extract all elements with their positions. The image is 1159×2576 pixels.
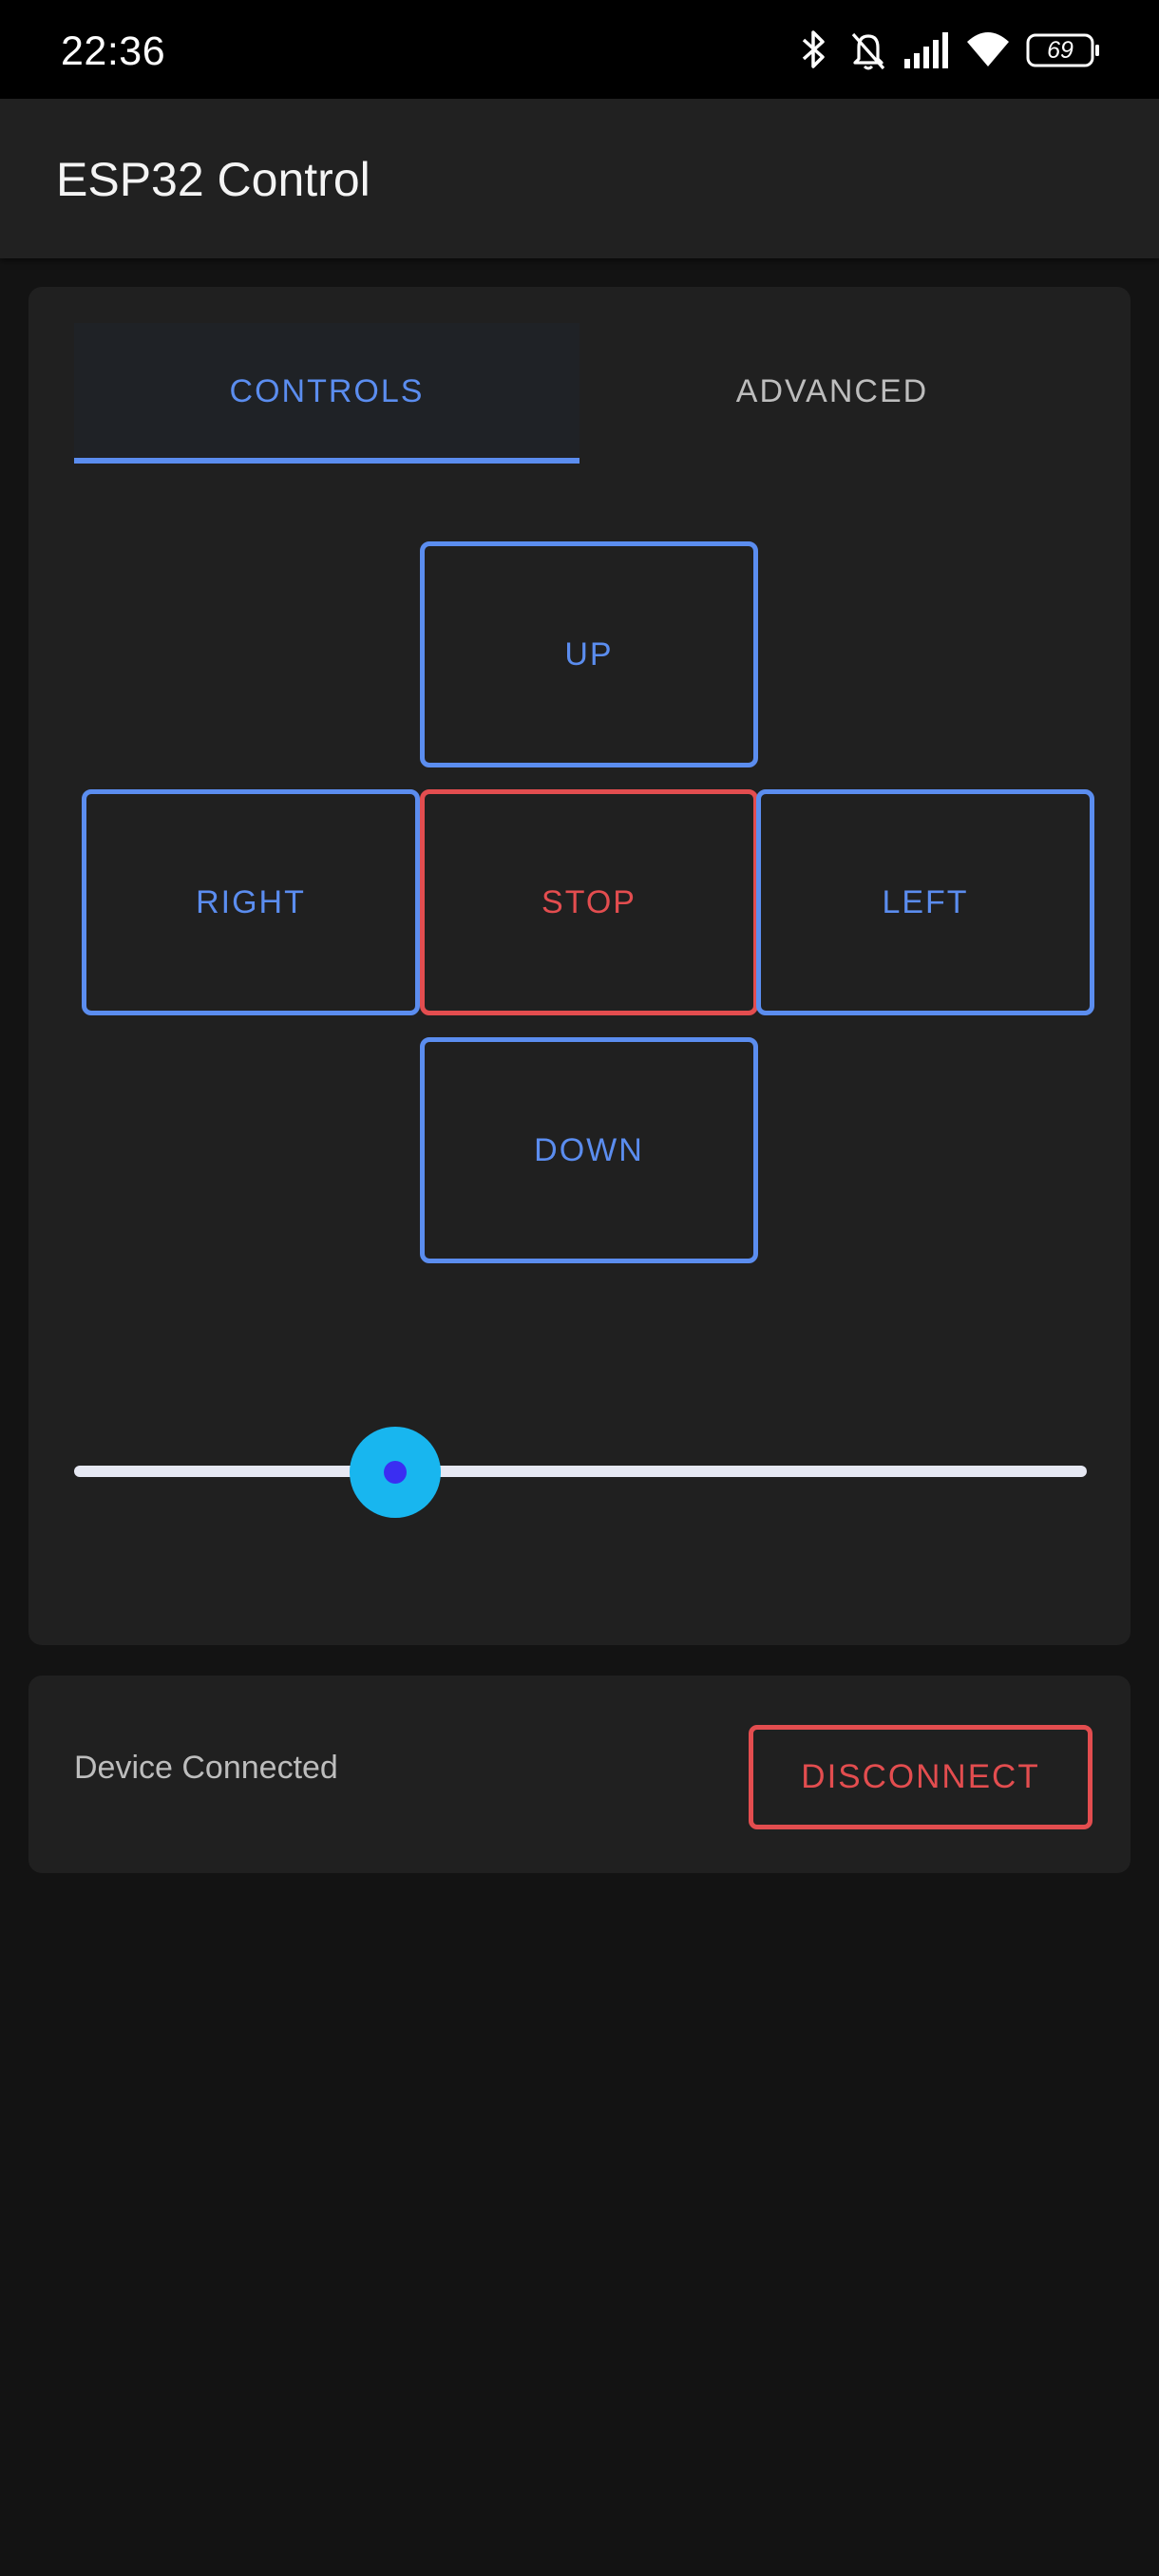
connection-card: Device Connected DISCONNECT <box>28 1676 1130 1873</box>
signal-icon <box>904 32 948 68</box>
status-time: 22:36 <box>61 28 166 74</box>
battery-icon: 69 <box>1026 32 1102 70</box>
app-bar: ESP32 Control <box>0 99 1159 258</box>
app-title: ESP32 Control <box>56 153 370 206</box>
wifi-icon <box>967 32 1009 66</box>
battery-level: 69 <box>1047 37 1074 64</box>
status-bar: 22:36 69 <box>0 0 1159 99</box>
right-button[interactable]: RIGHT <box>82 789 420 1015</box>
disconnect-button[interactable]: DISCONNECT <box>749 1725 1092 1829</box>
stop-button[interactable]: STOP <box>420 789 758 1015</box>
tab-indicator <box>74 458 580 464</box>
speed-slider[interactable] <box>74 1427 1087 1522</box>
left-button[interactable]: LEFT <box>756 789 1094 1015</box>
down-button[interactable]: DOWN <box>420 1037 758 1263</box>
tab-advanced[interactable]: ADVANCED <box>580 323 1085 464</box>
tab-controls[interactable]: CONTROLS <box>74 323 580 464</box>
bell-muted-icon <box>851 32 885 70</box>
bluetooth-icon <box>802 30 825 68</box>
tab-bar: CONTROLS ADVANCED <box>74 323 1085 464</box>
status-icons: 69 <box>798 28 1121 85</box>
connection-status-text: Device Connected <box>74 1750 338 1786</box>
slider-track[interactable] <box>74 1466 1087 1477</box>
tab-advanced-label: ADVANCED <box>735 373 929 409</box>
controls-card: CONTROLS ADVANCED UP RIGHT STOP LEFT DOW… <box>28 287 1130 1645</box>
slider-thumb[interactable] <box>349 1427 441 1518</box>
tab-controls-label: CONTROLS <box>229 373 425 409</box>
slider-thumb-center <box>383 1461 407 1484</box>
up-button[interactable]: UP <box>420 541 758 767</box>
